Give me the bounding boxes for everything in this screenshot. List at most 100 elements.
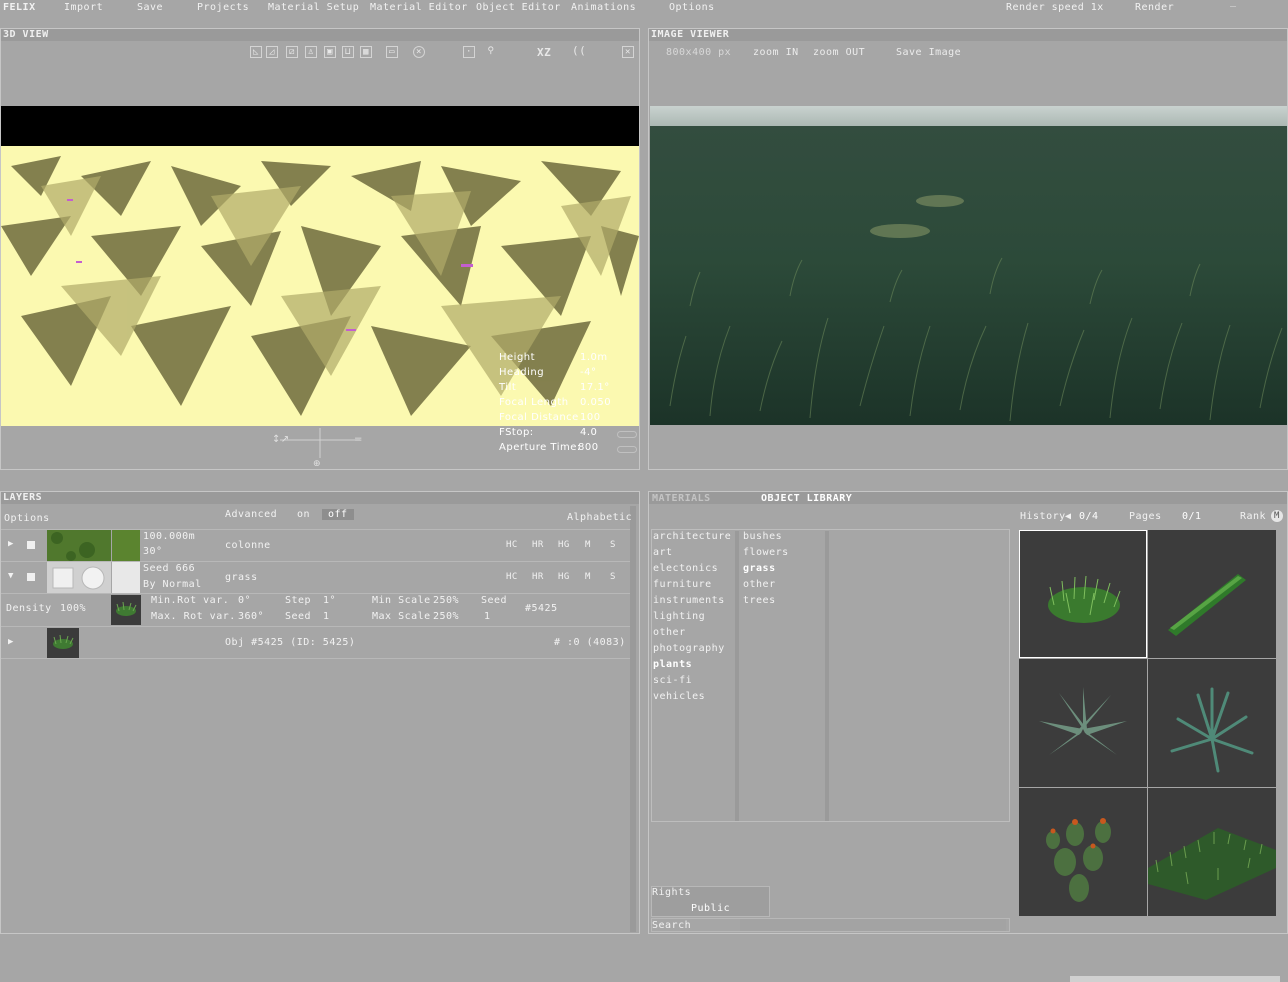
- camera-focal-distance-value[interactable]: 100: [580, 412, 601, 423]
- visibility-checkbox[interactable]: [27, 541, 35, 549]
- colonne-flag-hr[interactable]: HR: [532, 540, 544, 550]
- cube-icon[interactable]: ▣: [324, 46, 336, 58]
- menu-save[interactable]: Save: [137, 2, 163, 13]
- history-back-icon[interactable]: ◀: [1065, 511, 1072, 522]
- category-scrollbar[interactable]: [735, 531, 739, 821]
- subcategory-item[interactable]: other: [743, 579, 776, 590]
- library-tile-grass-strip[interactable]: [1148, 530, 1276, 658]
- library-tile-grass-patch[interactable]: [1019, 530, 1147, 658]
- slash-box-icon[interactable]: ⧄: [286, 46, 298, 58]
- grass-flag-hg[interactable]: HG: [558, 572, 570, 582]
- menu-import[interactable]: Import: [64, 2, 103, 13]
- min-scale-value[interactable]: 250%: [433, 595, 459, 606]
- chair-icon[interactable]: ♙: [305, 46, 317, 58]
- menu-options[interactable]: Options: [669, 2, 715, 13]
- menu-object-editor[interactable]: Object Editor: [476, 2, 561, 13]
- camera-heading-value[interactable]: -4°: [580, 367, 596, 378]
- category-item[interactable]: furniture: [653, 579, 712, 590]
- grass-layer-name[interactable]: grass: [225, 572, 258, 583]
- step-value[interactable]: 1°: [323, 595, 336, 606]
- rank-toggle-icon[interactable]: M: [1271, 510, 1283, 522]
- camera-lens-icon[interactable]: ((: [572, 45, 586, 58]
- camera-tilt-value[interactable]: 17.1°: [580, 382, 610, 393]
- save-image-button[interactable]: Save Image: [896, 47, 961, 58]
- menu-animations[interactable]: Animations: [571, 2, 636, 13]
- close-icon[interactable]: ✕: [622, 46, 634, 58]
- category-item[interactable]: photography: [653, 643, 725, 654]
- category-item[interactable]: instruments: [653, 595, 725, 606]
- density-value[interactable]: 100%: [60, 603, 86, 614]
- colonne-layer-name[interactable]: colonne: [225, 540, 271, 551]
- menu-material-setup[interactable]: Material Setup: [268, 2, 359, 13]
- grass-flag-hc[interactable]: HC: [506, 572, 518, 582]
- seed-value[interactable]: 1: [323, 611, 330, 622]
- category-item-selected[interactable]: plants: [653, 659, 692, 670]
- library-tile-grass-field[interactable]: [1148, 788, 1276, 916]
- materials-tab[interactable]: MATERIALS: [652, 493, 711, 504]
- render-speed-button[interactable]: Render speed 1x: [1006, 2, 1104, 13]
- object-row-name[interactable]: Obj #5425 (ID: 5425): [225, 637, 355, 648]
- category-item[interactable]: vehicles: [653, 691, 705, 702]
- colonne-flag-s[interactable]: S: [610, 540, 616, 550]
- layers-scrollbar[interactable]: [630, 506, 636, 932]
- menu-material-editor[interactable]: Material Editor: [370, 2, 468, 13]
- zoom-out-button[interactable]: zoom OUT: [813, 47, 865, 58]
- max-scale-value[interactable]: 250%: [433, 611, 459, 622]
- subcategory-item[interactable]: flowers: [743, 547, 789, 558]
- object-library-tab[interactable]: OBJECT LIBRARY: [761, 493, 852, 504]
- wedge-icon[interactable]: ◿: [266, 46, 278, 58]
- category-item[interactable]: art: [653, 547, 673, 558]
- grass-flag-s[interactable]: S: [610, 572, 616, 582]
- render-button[interactable]: Render: [1135, 2, 1174, 13]
- seed2-value[interactable]: 1: [484, 611, 491, 622]
- camera-fstop-value[interactable]: 4.0: [580, 427, 597, 438]
- colonne-flag-m[interactable]: M: [585, 540, 591, 550]
- grass-flag-hr[interactable]: HR: [532, 572, 544, 582]
- subcategory-item[interactable]: bushes: [743, 531, 782, 542]
- max-rot-value[interactable]: 360°: [238, 611, 264, 622]
- library-tile-agave[interactable]: [1019, 659, 1147, 787]
- camera-aperture-value[interactable]: 800: [578, 442, 599, 453]
- expand-arrow-icon[interactable]: ▶: [8, 539, 14, 549]
- subcategory-item-selected[interactable]: grass: [743, 563, 776, 574]
- alphabetic-sort-button[interactable]: Alphabetic: [567, 512, 632, 523]
- colonne-flag-hg[interactable]: HG: [558, 540, 570, 550]
- min-rot-value[interactable]: 0°: [238, 595, 251, 606]
- expand-arrow-icon[interactable]: ▶: [8, 637, 14, 647]
- visibility-checkbox[interactable]: [27, 573, 35, 581]
- advanced-on-button[interactable]: on: [297, 509, 310, 520]
- colonne-flag-hc[interactable]: HC: [506, 540, 518, 550]
- target-icon[interactable]: ×: [413, 46, 425, 58]
- advanced-off-button[interactable]: off: [322, 509, 354, 520]
- subcategory-item[interactable]: trees: [743, 595, 776, 606]
- category-item[interactable]: other: [653, 627, 686, 638]
- category-item[interactable]: lighting: [653, 611, 705, 622]
- category-item[interactable]: architecture: [653, 531, 731, 542]
- maximize-button[interactable]: ‾: [1248, 0, 1255, 7]
- 3d-viewport[interactable]: [1, 106, 639, 426]
- aperture-slider[interactable]: [617, 446, 637, 453]
- bucket-icon[interactable]: ⊔: [342, 46, 354, 58]
- navigation-gizmo-icon[interactable]: ↕↗ = ⊕: [270, 428, 366, 469]
- triangle-icon[interactable]: ◺: [250, 46, 262, 58]
- zoom-in-button[interactable]: zoom IN: [753, 47, 799, 58]
- camera-height-value[interactable]: 1.0m: [580, 352, 608, 363]
- minimize-button[interactable]: _: [1230, 0, 1237, 7]
- category-item[interactable]: sci-fi: [653, 675, 692, 686]
- light-icon[interactable]: ⚲: [485, 46, 497, 58]
- layers-options-button[interactable]: Options: [4, 513, 50, 524]
- window-icon[interactable]: ▭: [386, 46, 398, 58]
- collapse-arrow-icon[interactable]: ▼: [8, 571, 14, 581]
- add-box-icon[interactable]: ·: [463, 46, 475, 58]
- xz-axis-icon[interactable]: XZ: [537, 46, 551, 59]
- library-tile-cactus[interactable]: [1019, 788, 1147, 916]
- camera-focal-length-value[interactable]: 0.050: [580, 397, 611, 408]
- fstop-slider[interactable]: [617, 431, 637, 438]
- subcategory-scrollbar[interactable]: [825, 531, 829, 821]
- grid-icon[interactable]: ▦: [360, 46, 372, 58]
- rights-public-option[interactable]: Public: [691, 903, 730, 914]
- search-input[interactable]: [740, 919, 1006, 931]
- category-item[interactable]: electonics: [653, 563, 718, 574]
- library-tile-yucca[interactable]: [1148, 659, 1276, 787]
- menu-projects[interactable]: Projects: [197, 2, 249, 13]
